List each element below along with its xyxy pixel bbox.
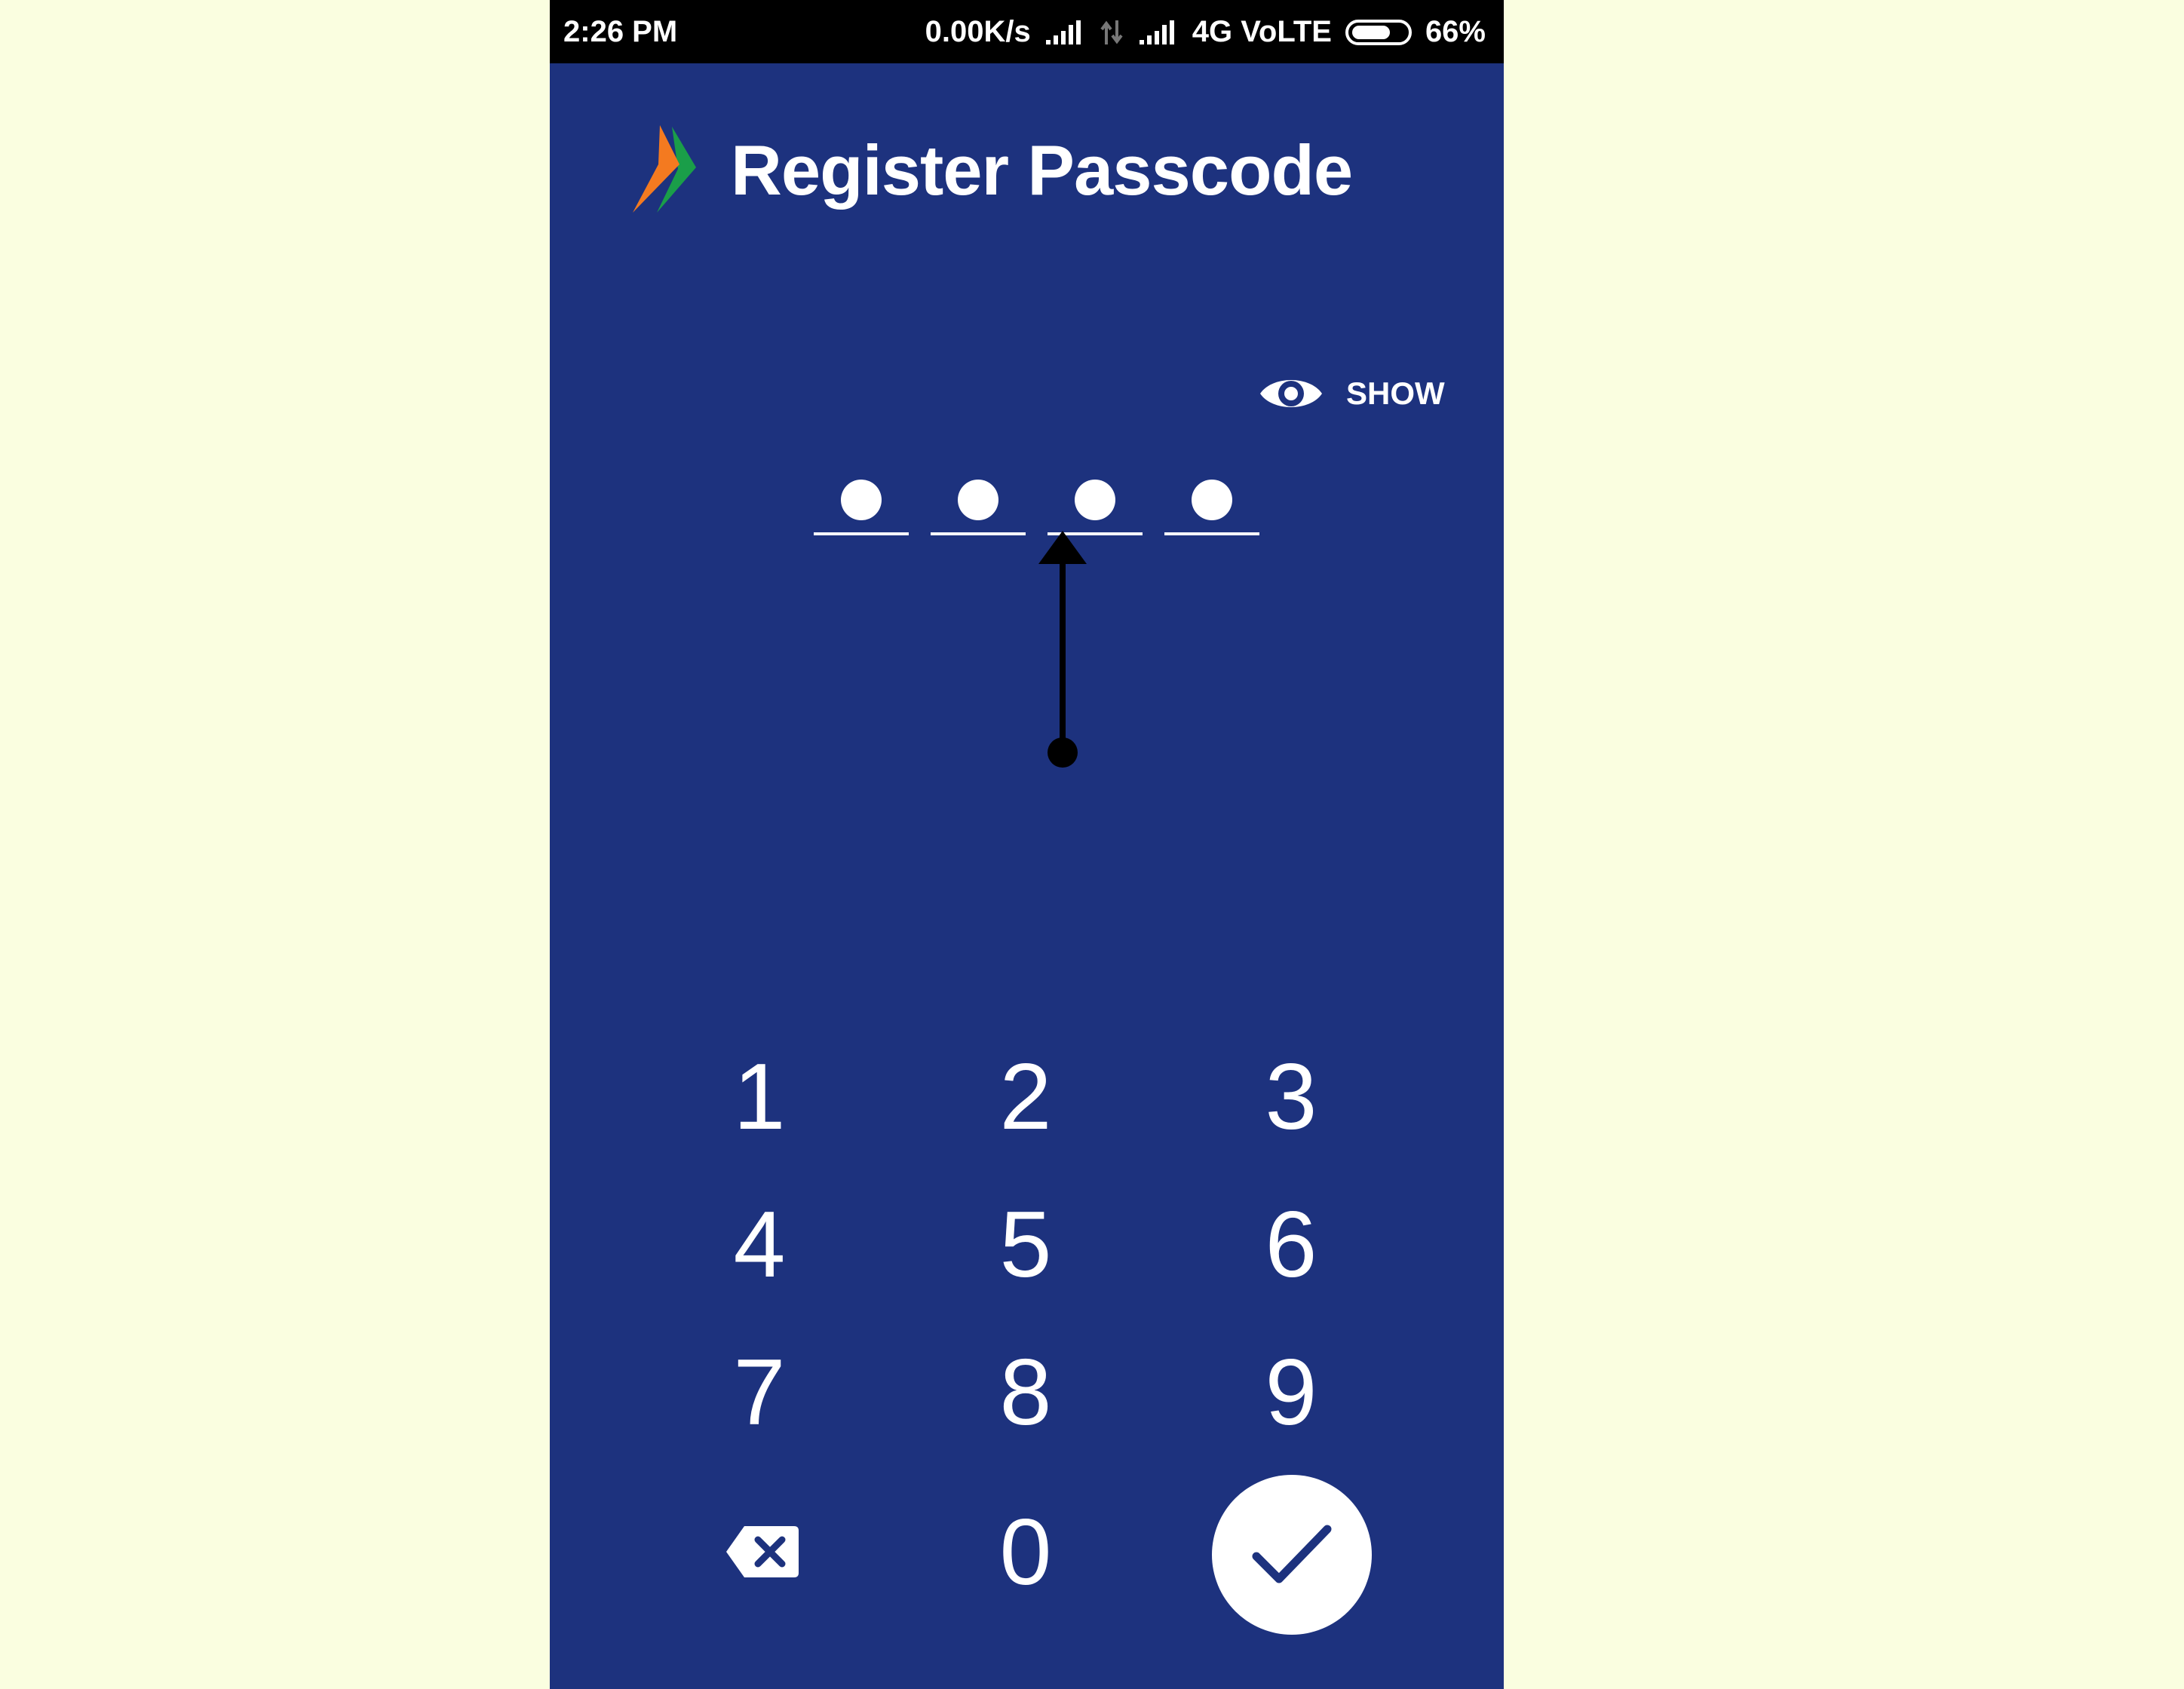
annotation-arrow bbox=[1038, 531, 1087, 768]
signal-icon-2 bbox=[1139, 20, 1174, 44]
status-bar: 2:26 PM 0.00K/s 4G VoLTE 66% bbox=[550, 0, 1504, 63]
digit-underline bbox=[1164, 532, 1259, 535]
status-indicators: 0.00K/s 4G VoLTE 66% bbox=[925, 15, 1486, 49]
bhim-logo-icon bbox=[633, 125, 696, 213]
signal-icon bbox=[1045, 20, 1081, 44]
passcode-digit-1 bbox=[814, 475, 909, 535]
key-3[interactable]: 3 bbox=[1216, 1033, 1367, 1161]
show-label: SHOW bbox=[1346, 376, 1445, 411]
key-7[interactable]: 7 bbox=[684, 1329, 835, 1457]
eye-icon bbox=[1260, 380, 1322, 407]
passcode-field[interactable] bbox=[814, 475, 1266, 535]
backspace-icon[interactable] bbox=[725, 1523, 800, 1580]
digit-underline bbox=[931, 532, 1026, 535]
battery-percent: 66% bbox=[1425, 15, 1486, 48]
key-1[interactable]: 1 bbox=[684, 1033, 835, 1161]
digit-underline bbox=[814, 532, 909, 535]
network-speed: 0.00K/s bbox=[925, 15, 1031, 48]
filled-dot bbox=[958, 480, 998, 520]
show-passcode-toggle[interactable]: SHOW bbox=[1259, 369, 1445, 418]
key-4[interactable]: 4 bbox=[684, 1181, 835, 1309]
filled-dot bbox=[841, 480, 882, 520]
key-8[interactable]: 8 bbox=[950, 1329, 1101, 1457]
passcode-digit-3 bbox=[1048, 475, 1143, 535]
key-0[interactable]: 0 bbox=[950, 1488, 1101, 1617]
key-9[interactable]: 9 bbox=[1216, 1329, 1367, 1457]
phone-screen: 2:26 PM 0.00K/s 4G VoLTE 66% Register Pa… bbox=[550, 0, 1504, 1689]
page-title: Register Passcode bbox=[731, 130, 1353, 210]
check-icon bbox=[1252, 1525, 1332, 1583]
battery-icon bbox=[1345, 19, 1412, 45]
key-5[interactable]: 5 bbox=[950, 1181, 1101, 1309]
filled-dot bbox=[1075, 480, 1115, 520]
network-type: 4G VoLTE bbox=[1192, 15, 1332, 48]
passcode-digit-2 bbox=[931, 475, 1026, 535]
filled-dot bbox=[1192, 480, 1232, 520]
key-2[interactable]: 2 bbox=[950, 1033, 1101, 1161]
passcode-digit-4 bbox=[1164, 475, 1259, 535]
status-time: 2:26 PM bbox=[563, 15, 678, 48]
data-transfer-icon bbox=[1100, 20, 1123, 44]
submit-button[interactable] bbox=[1212, 1475, 1372, 1635]
key-6[interactable]: 6 bbox=[1216, 1181, 1367, 1309]
